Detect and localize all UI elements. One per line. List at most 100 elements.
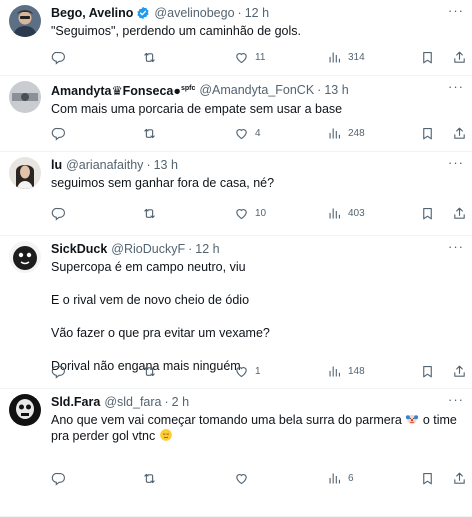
like-button[interactable]: 10 bbox=[234, 206, 266, 221]
share-button[interactable] bbox=[452, 50, 467, 65]
retweet-button[interactable] bbox=[142, 206, 157, 221]
views-icon bbox=[327, 50, 342, 65]
views-button[interactable]: 314 bbox=[327, 50, 365, 65]
tweet[interactable]: ··· Bego, Avelino @avelinobego · 12 h "S… bbox=[0, 0, 472, 76]
avatar[interactable] bbox=[9, 241, 41, 273]
retweet-button[interactable] bbox=[142, 50, 157, 65]
bookmark-icon bbox=[420, 126, 435, 141]
timestamp[interactable]: 2 h bbox=[172, 394, 189, 410]
like-count: 10 bbox=[255, 207, 267, 219]
author-name[interactable]: lu bbox=[51, 157, 62, 173]
views-icon bbox=[327, 206, 342, 221]
view-count: 148 bbox=[348, 365, 365, 377]
action-bar: 1 148 bbox=[51, 362, 464, 380]
share-icon bbox=[452, 126, 467, 141]
avatar[interactable] bbox=[9, 157, 41, 189]
timestamp[interactable]: 13 h bbox=[324, 82, 348, 98]
timestamp[interactable]: 13 h bbox=[154, 157, 178, 173]
share-button[interactable] bbox=[452, 364, 467, 379]
author-name[interactable]: Amandyta♛Fonseca●spfc bbox=[51, 81, 195, 99]
bookmark-button[interactable] bbox=[420, 364, 435, 379]
bookmark-icon bbox=[420, 206, 435, 221]
views-icon bbox=[327, 126, 342, 141]
author-name-part: Fonseca bbox=[122, 84, 174, 99]
views-button[interactable]: 6 bbox=[327, 471, 354, 486]
relieved-emoji-icon bbox=[159, 428, 173, 442]
reply-button[interactable] bbox=[51, 206, 66, 221]
tweet-text-line: Ano que vem vai começar tomando uma bela… bbox=[51, 412, 464, 444]
retweet-icon bbox=[142, 126, 157, 141]
author-name[interactable]: Sld.Fara bbox=[51, 394, 100, 410]
bookmark-icon bbox=[420, 50, 435, 65]
tweet-text: "Seguimos", perdendo um caminhão de gols… bbox=[51, 23, 464, 39]
like-button[interactable]: 4 bbox=[234, 126, 261, 141]
author-handle[interactable]: @arianafaithy bbox=[66, 157, 143, 173]
like-button[interactable] bbox=[234, 471, 255, 486]
author-name-sup: spfc bbox=[180, 85, 196, 92]
views-button[interactable]: 148 bbox=[327, 364, 365, 379]
crown-icon: ♛ bbox=[111, 84, 123, 99]
tweet-text-line: Supercopa é em campo neutro, viu bbox=[51, 260, 246, 274]
action-bar: 10 403 bbox=[51, 204, 464, 222]
heart-icon bbox=[234, 364, 249, 379]
separator-dot: · bbox=[237, 6, 242, 20]
retweet-button[interactable] bbox=[142, 126, 157, 141]
share-button[interactable] bbox=[452, 126, 467, 141]
share-icon bbox=[452, 471, 467, 486]
bookmark-button[interactable] bbox=[420, 50, 435, 65]
tweet[interactable]: ··· lu @arianafaithy · 13 h seguimos sem… bbox=[0, 152, 472, 236]
heart-icon bbox=[234, 206, 249, 221]
share-icon bbox=[452, 206, 467, 221]
action-bar: 4 248 bbox=[51, 124, 464, 142]
action-bar: 11 314 bbox=[51, 48, 464, 66]
views-button[interactable]: 403 bbox=[327, 206, 365, 221]
heart-icon bbox=[234, 126, 249, 141]
timestamp[interactable]: 12 h bbox=[245, 5, 269, 21]
views-icon bbox=[327, 471, 342, 486]
share-button[interactable] bbox=[452, 206, 467, 221]
tweet[interactable]: ··· Sld.Fara @sld_fara · 2 h Ano que vem… bbox=[0, 389, 472, 517]
retweet-button[interactable] bbox=[142, 364, 157, 379]
share-button[interactable] bbox=[452, 471, 467, 486]
like-button[interactable]: 11 bbox=[234, 50, 265, 65]
reply-button[interactable] bbox=[51, 50, 66, 65]
bookmark-button[interactable] bbox=[420, 126, 435, 141]
retweet-icon bbox=[142, 206, 157, 221]
separator-dot: · bbox=[146, 158, 151, 172]
reply-icon bbox=[51, 364, 66, 379]
author-name[interactable]: Bego, Avelino bbox=[51, 5, 133, 21]
bookmark-button[interactable] bbox=[420, 206, 435, 221]
reply-button[interactable] bbox=[51, 471, 66, 486]
heart-icon bbox=[234, 50, 249, 65]
avatar[interactable] bbox=[9, 394, 41, 426]
reply-button[interactable] bbox=[51, 364, 66, 379]
retweet-button[interactable] bbox=[142, 471, 157, 486]
verified-badge-icon bbox=[136, 6, 150, 20]
views-button[interactable]: 248 bbox=[327, 126, 365, 141]
tweet-text-line: Vão fazer o que pra evitar um vexame? bbox=[51, 326, 270, 340]
view-count: 314 bbox=[348, 51, 365, 63]
tweet[interactable]: ··· SickDuck @RioDuckyF · 12 h Supercopa… bbox=[0, 236, 472, 389]
tweet-text-part: Ano que vem vai começar tomando uma bela… bbox=[51, 413, 406, 427]
bookmark-icon bbox=[420, 364, 435, 379]
reply-button[interactable] bbox=[51, 126, 66, 141]
bookmark-button[interactable] bbox=[420, 471, 435, 486]
share-icon bbox=[452, 50, 467, 65]
reply-icon bbox=[51, 471, 66, 486]
author-handle[interactable]: @avelinobego bbox=[154, 5, 234, 21]
like-count: 1 bbox=[255, 365, 261, 377]
avatar[interactable] bbox=[9, 5, 41, 37]
timestamp[interactable]: 12 h bbox=[195, 241, 219, 257]
author-handle[interactable]: @sld_fara bbox=[104, 394, 161, 410]
separator-dot: · bbox=[188, 242, 193, 256]
tweet-text: Com mais uma porcaria de empate sem usar… bbox=[51, 101, 464, 117]
author-handle[interactable]: @Amandyta_FonCK bbox=[199, 82, 314, 98]
tweet[interactable]: ··· Amandyta♛Fonseca●spfc @Amandyta_FonC… bbox=[0, 76, 472, 152]
avatar[interactable] bbox=[9, 81, 41, 113]
tweet-text-line: Com mais uma porcaria de empate sem usar… bbox=[51, 102, 343, 117]
like-button[interactable]: 1 bbox=[234, 364, 261, 379]
author-handle[interactable]: @RioDuckyF bbox=[111, 241, 185, 257]
author-name-part: Amandyta bbox=[51, 84, 112, 99]
author-name[interactable]: SickDuck bbox=[51, 241, 107, 257]
view-count: 248 bbox=[348, 127, 365, 139]
